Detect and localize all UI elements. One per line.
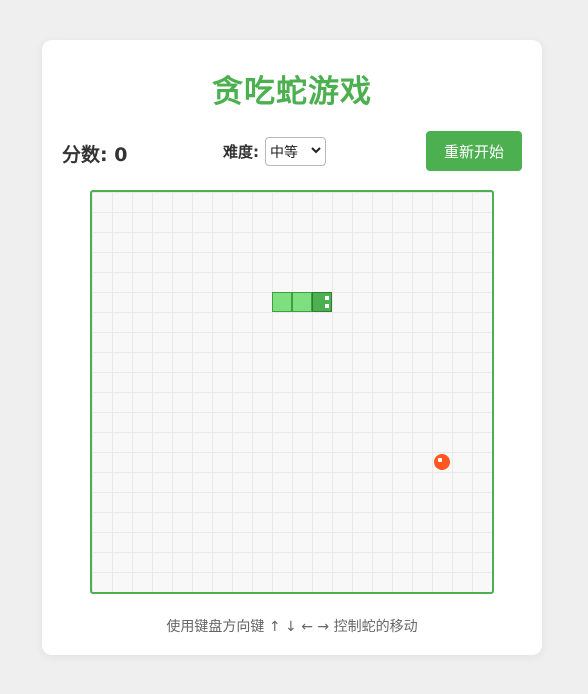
difficulty-selected-value: 中等 [270, 144, 298, 161]
snake-segment [292, 292, 312, 312]
difficulty-control: 难度: 中等 [223, 137, 326, 166]
score-display: 分数: 0 [62, 144, 128, 166]
difficulty-label: 难度: [223, 143, 259, 161]
controls-hint: 使用键盘方向键 ↑ ↓ ← → 控制蛇的移动 [166, 619, 418, 635]
restart-button[interactable]: 重新开始 [426, 131, 522, 171]
game-container: 贪吃蛇游戏 分数: 0 难度: 中等 重新开始 使用键盘方向键 ↑ ↓ ← → … [42, 40, 542, 655]
snake-head [312, 292, 332, 312]
snake-eye [325, 304, 329, 308]
food-item [434, 454, 450, 470]
page-title: 贪吃蛇游戏 [212, 74, 372, 110]
snake-segment [272, 292, 292, 312]
game-board[interactable] [90, 190, 494, 594]
snake-eye [325, 296, 329, 300]
food-highlight [438, 458, 442, 462]
difficulty-select[interactable]: 中等 [265, 137, 326, 166]
chevron-down-icon [311, 146, 321, 157]
